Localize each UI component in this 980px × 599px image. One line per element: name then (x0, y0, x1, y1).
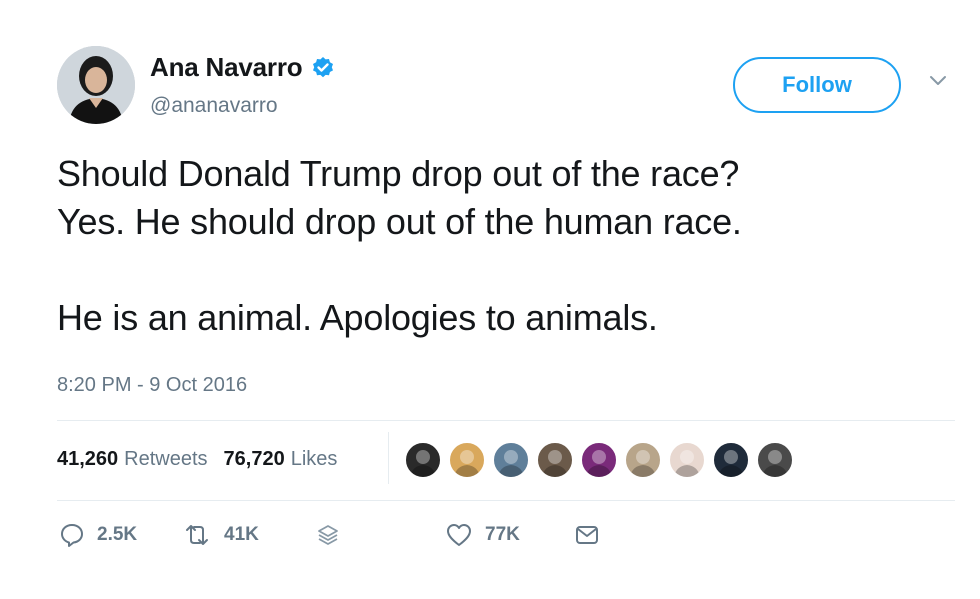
tweet-text: Should Donald Trump drop out of the race… (57, 153, 742, 338)
liker-avatar[interactable] (536, 441, 574, 479)
likes-stat[interactable]: 76,720 Likes (224, 448, 338, 471)
name-row: Ana Navarro (150, 52, 335, 83)
liker-avatar[interactable] (712, 441, 750, 479)
divider (57, 420, 955, 421)
direct-message-button[interactable] (574, 522, 600, 548)
retweets-stat[interactable]: 41,260 Retweets (57, 448, 208, 471)
retweets-count: 41,260 (57, 448, 119, 470)
retweet-count: 41K (224, 524, 259, 545)
avatar[interactable] (57, 46, 135, 124)
retweet-icon (182, 522, 212, 548)
like-button[interactable]: 77K (445, 522, 520, 548)
liker-avatar[interactable] (668, 441, 706, 479)
divider (57, 500, 955, 501)
stack-icon (315, 522, 341, 548)
verified-badge-icon (311, 56, 335, 80)
retweets-label: Retweets (124, 448, 208, 470)
tweet-stats: 41,260 Retweets 76,720 Likes (57, 448, 353, 471)
follow-button[interactable]: Follow (733, 57, 901, 113)
reply-count: 2.5K (97, 524, 138, 545)
likes-label: Likes (290, 448, 338, 470)
liker-avatar[interactable] (448, 441, 486, 479)
reply-button[interactable]: 2.5K (59, 522, 137, 548)
like-count: 77K (485, 524, 520, 545)
tweet-card: Ana Navarro @ananavarro Follow Should Do… (0, 0, 980, 599)
liker-avatar[interactable] (580, 441, 618, 479)
liker-avatar[interactable] (756, 441, 794, 479)
stack-button[interactable] (315, 522, 341, 548)
user-handle[interactable]: @ananavarro (150, 94, 278, 118)
reply-icon (59, 522, 85, 548)
chevron-down-icon[interactable] (928, 74, 948, 88)
stats-separator (388, 432, 389, 484)
heart-icon (445, 522, 473, 548)
liker-avatar[interactable] (624, 441, 662, 479)
envelope-icon (574, 522, 600, 548)
retweet-button[interactable]: 41K (182, 522, 259, 548)
liker-avatar[interactable] (492, 441, 530, 479)
liker-avatar[interactable] (404, 441, 442, 479)
tweet-actions: 2.5K 41K 77K (57, 522, 657, 554)
display-name[interactable]: Ana Navarro (150, 52, 303, 83)
likers-avatars (404, 441, 800, 479)
tweet-timestamp[interactable]: 8:20 PM - 9 Oct 2016 (57, 374, 247, 397)
likes-count: 76,720 (223, 448, 285, 470)
